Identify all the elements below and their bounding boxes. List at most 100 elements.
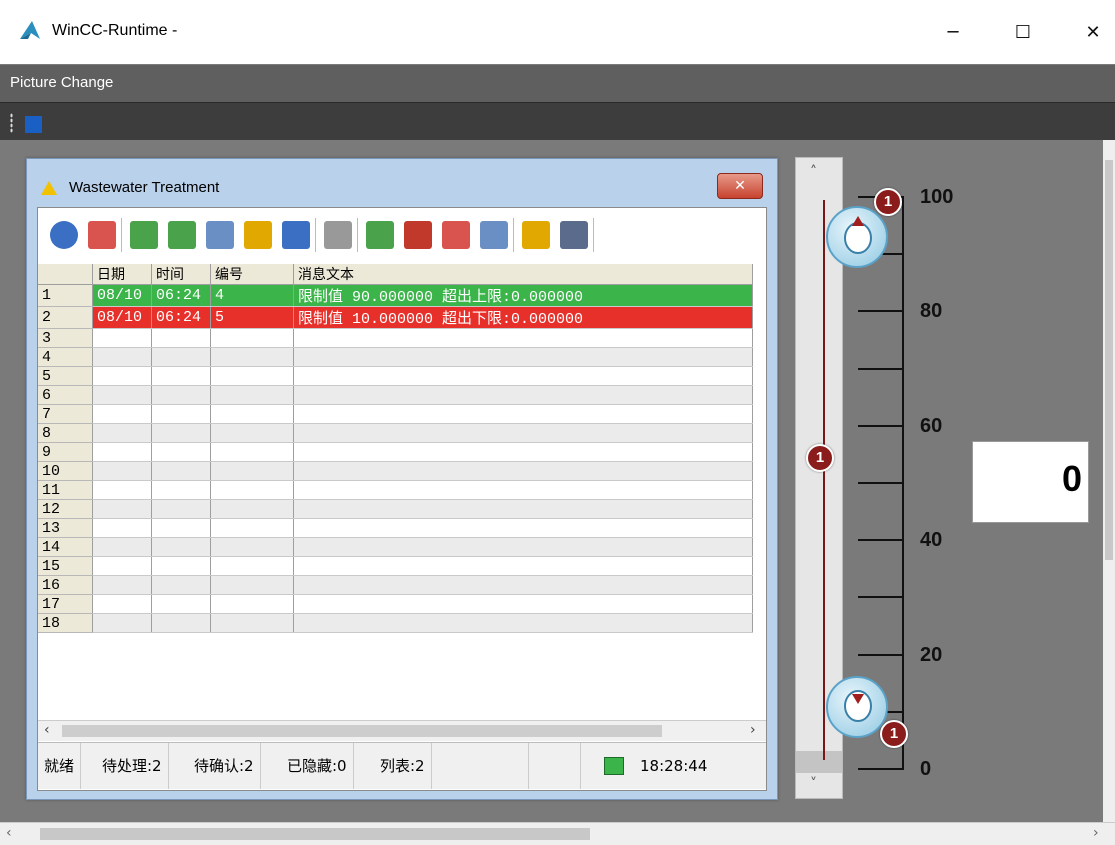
hit-list-icon[interactable] [282, 221, 310, 249]
close-button[interactable]: ✕ [1078, 18, 1108, 48]
slider-up-icon[interactable]: ˄ [810, 164, 817, 180]
cell-number: 5 [210, 306, 294, 329]
cell-date [92, 537, 152, 557]
row-number: 13 [38, 518, 93, 538]
dialog-close-button[interactable]: ✕ [717, 173, 763, 199]
scale-tick [858, 424, 904, 427]
cell-date [92, 594, 152, 614]
scroll-left-icon[interactable]: ‹ [44, 722, 50, 738]
toolbar-grip-icon[interactable] [10, 113, 13, 133]
status-empty [456, 743, 529, 789]
last-message-icon[interactable] [522, 221, 550, 249]
column-header-number[interactable]: 编号 [210, 264, 294, 285]
table-row[interactable]: 18 [38, 613, 753, 633]
table-row[interactable]: 17 [38, 594, 753, 614]
status-empty [528, 743, 581, 789]
table-row[interactable]: 11 [38, 480, 753, 500]
table-row[interactable]: 9 [38, 442, 753, 462]
scroll-right-icon[interactable]: › [750, 722, 756, 738]
vertical-scrollbar[interactable] [1103, 140, 1115, 822]
message-list-icon[interactable] [130, 221, 158, 249]
status-hidden: 已隐藏:0 [281, 743, 354, 789]
cell-time [151, 328, 211, 348]
table-row[interactable]: 14 [38, 537, 753, 557]
scale-tick [858, 768, 904, 770]
scrollbar-thumb[interactable] [62, 725, 662, 737]
cell-message-text [293, 556, 753, 576]
table-row[interactable]: 15 [38, 556, 753, 576]
cell-number [210, 366, 294, 386]
cell-date [92, 613, 152, 633]
row-number: 4 [38, 347, 93, 367]
help-icon[interactable] [50, 221, 78, 249]
toolbar-separator [121, 218, 122, 252]
scale-tick [858, 310, 904, 313]
scroll-right-icon[interactable]: › [1093, 825, 1099, 841]
table-row[interactable]: 3 [38, 328, 753, 348]
status-time: 18:28:44 [640, 757, 708, 775]
row-number: 11 [38, 480, 93, 500]
table-row[interactable]: 13 [38, 518, 753, 538]
table-row[interactable]: 8 [38, 423, 753, 443]
cell-date [92, 442, 152, 462]
row-number: 10 [38, 461, 93, 481]
cell-number [210, 575, 294, 595]
slider-down-icon[interactable]: ˅ [810, 776, 817, 792]
row-number-header [38, 264, 93, 285]
acknowledge-group-icon[interactable] [404, 221, 432, 249]
table-row[interactable]: 6 [38, 385, 753, 405]
toolbar-separator [593, 218, 594, 252]
long-term-archive-icon[interactable] [206, 221, 234, 249]
table-horizontal-scrollbar[interactable]: ‹ › [38, 720, 766, 741]
row-number: 2 [38, 306, 93, 329]
column-header-time[interactable]: 时间 [151, 264, 211, 285]
table-row[interactable]: 4 [38, 347, 753, 367]
toolbar-blue-icon[interactable] [25, 116, 42, 133]
table-row[interactable]: 7 [38, 404, 753, 424]
cell-time [151, 404, 211, 424]
table-row[interactable]: 5 [38, 366, 753, 386]
selection-dialog-icon[interactable] [88, 221, 116, 249]
lock-icon[interactable] [324, 221, 352, 249]
column-header-date[interactable]: 日期 [92, 264, 152, 285]
minimize-button[interactable]: ─ [938, 18, 968, 48]
cell-message-text [293, 594, 753, 614]
menu-picture-change[interactable]: Picture Change [10, 74, 113, 91]
table-row[interactable]: 2 08/10 06:24 5 限制值 10.000000 超出下限:0.000000 [38, 306, 753, 329]
short-term-archive-icon[interactable] [168, 221, 196, 249]
table-row[interactable]: 1 08/10 06:24 4 限制值 90.000000 超出上限:0.000000 [38, 284, 753, 307]
cell-time: 06:24 [151, 284, 211, 307]
cell-date [92, 461, 152, 481]
cell-message-text [293, 404, 753, 424]
value-display: 0 [972, 441, 1089, 523]
row-number: 3 [38, 328, 93, 348]
scroll-left-icon[interactable]: ‹ [6, 825, 12, 841]
lock-list-icon[interactable] [244, 221, 272, 249]
cell-message-text [293, 575, 753, 595]
cell-number [210, 499, 294, 519]
annotation-line [823, 200, 825, 760]
scale-label: 40 [920, 529, 943, 552]
status-list: 列表:2 [374, 743, 432, 789]
table-row[interactable]: 16 [38, 575, 753, 595]
print-icon[interactable] [560, 221, 588, 249]
slider-knob[interactable] [796, 751, 842, 773]
table-row[interactable]: 10 [38, 461, 753, 481]
maximize-button[interactable]: ☐ [1008, 18, 1038, 48]
alarm-control: 日期 时间 编号 消息文本 1 08/10 06:24 4 限制值 90.000000 … [37, 207, 767, 791]
row-number: 6 [38, 385, 93, 405]
toolbar-separator [513, 218, 514, 252]
scrollbar-thumb[interactable] [1105, 160, 1113, 560]
row-number: 15 [38, 556, 93, 576]
table-row[interactable]: 12 [38, 499, 753, 519]
scrollbar-thumb[interactable] [40, 828, 590, 840]
horizontal-scrollbar[interactable]: ‹ › [0, 822, 1115, 845]
scale-tick [858, 482, 904, 484]
column-header-message-text[interactable]: 消息文本 [293, 264, 753, 285]
emergency-ack-icon[interactable] [442, 221, 470, 249]
first-message-icon[interactable] [480, 221, 508, 249]
cell-message-text [293, 537, 753, 557]
cell-date [92, 575, 152, 595]
acknowledge-single-icon[interactable] [366, 221, 394, 249]
cell-message-text [293, 442, 753, 462]
